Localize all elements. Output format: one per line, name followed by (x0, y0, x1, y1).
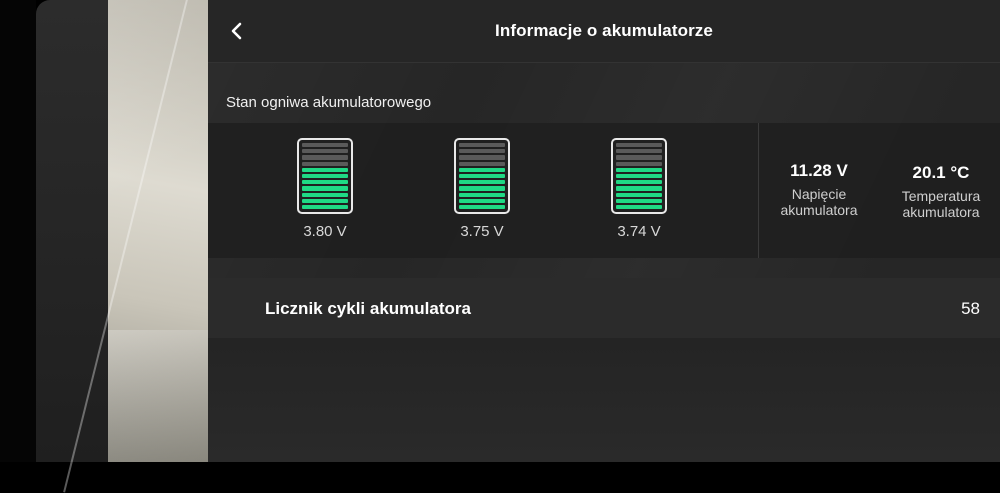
battery-cell-icon (297, 138, 353, 214)
battery-voltage-label: Napięcie akumulatora (780, 186, 858, 218)
cycle-counter-row: Licznik cykli akumulatora 58 (208, 278, 1000, 338)
cell-segment-empty (616, 161, 662, 166)
cell-segment-filled (616, 173, 662, 179)
cell-voltage: 3.75 V (460, 223, 504, 240)
cell-segment-filled (302, 173, 348, 179)
cell-segment-filled (302, 167, 348, 172)
cell-segment-empty (459, 149, 505, 154)
cell-segment-filled (459, 192, 505, 197)
cell-segment-filled (302, 204, 348, 210)
cell-segment-empty (616, 143, 662, 148)
side-rail (36, 0, 108, 462)
cell-segment-filled (302, 192, 348, 197)
battery-temperature-stat: 20.1 °C Temperatura akumulatora (889, 163, 993, 220)
cell-segment-filled (459, 180, 505, 185)
cells-section-label: Stan ogniwa akumulatorowego (226, 94, 432, 111)
cell-segment-empty (302, 143, 348, 148)
page-title: Informacje o akumulatorze (495, 21, 713, 40)
cycle-counter-label: Licznik cykli akumulatora (265, 299, 471, 318)
empty-area (208, 338, 1000, 462)
cells-container: 3.80 V 3.75 V 3.74 V (208, 123, 758, 258)
cell-segment-filled (302, 186, 348, 191)
battery-stats: 11.28 V Napięcie akumulatora 20.1 °C Tem… (758, 123, 1000, 258)
battery-temperature-value: 20.1 °C (912, 163, 970, 182)
cell-segment-empty (616, 149, 662, 154)
battery-cell-icon (454, 138, 510, 214)
cell-segment-empty (459, 143, 505, 148)
header-bar: Informacje o akumulatorze (208, 0, 1000, 63)
cell-voltage: 3.74 V (617, 223, 661, 240)
cell-segment-filled (459, 198, 505, 203)
cell-segment-empty (616, 155, 662, 160)
cell-segment-filled (302, 198, 348, 203)
cell-segment-empty (459, 161, 505, 166)
battery-voltage-value: 11.28 V (790, 161, 848, 180)
cycle-counter-value: 58 (961, 299, 980, 318)
cell-segment-filled (616, 186, 662, 191)
cell-segment-filled (616, 204, 662, 210)
cell-3: 3.74 V (599, 138, 679, 240)
cell-segment-filled (302, 180, 348, 185)
battery-voltage-stat: 11.28 V Napięcie akumulatora (769, 161, 869, 218)
cell-segment-filled (459, 186, 505, 191)
camera-background (108, 0, 208, 462)
battery-info-panel: Informacje o akumulatorze Stan ogniwa ak… (208, 0, 1000, 462)
cell-1: 3.80 V (285, 138, 365, 240)
cell-segment-filled (616, 198, 662, 203)
cell-segment-empty (302, 149, 348, 154)
cell-segment-empty (302, 155, 348, 160)
cell-segment-empty (302, 161, 348, 166)
battery-cell-icon (611, 138, 667, 214)
cell-segment-filled (616, 192, 662, 197)
battery-temperature-label: Temperatura akumulatora (901, 188, 981, 220)
cell-segment-filled (459, 204, 505, 210)
cell-segment-filled (459, 173, 505, 179)
cell-2: 3.75 V (442, 138, 522, 240)
cell-segment-filled (616, 180, 662, 185)
screen-edge (0, 0, 36, 462)
cell-segment-filled (616, 167, 662, 172)
cell-voltage: 3.80 V (303, 223, 347, 240)
cell-segment-filled (459, 167, 505, 172)
cell-segment-empty (459, 155, 505, 160)
